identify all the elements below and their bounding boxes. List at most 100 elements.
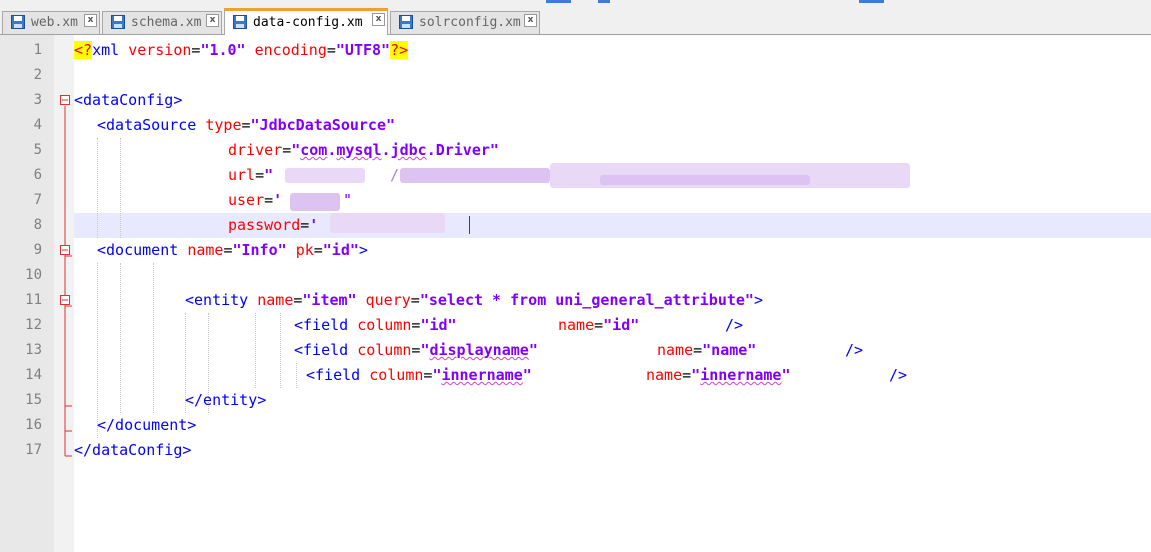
attr-value: "id" xyxy=(420,316,457,334)
attr-value-quote: " xyxy=(781,366,791,384)
attr-value: ' xyxy=(309,216,319,234)
tab-web-xml[interactable]: web.xm x xyxy=(2,11,100,34)
redacted-url xyxy=(600,175,810,185)
code-line-8: password=' xyxy=(228,213,318,238)
code-line-4: <dataSource type="JdbcDataSource" xyxy=(97,113,395,138)
code-line-6-fragment: / xyxy=(390,166,400,184)
attr-value: " xyxy=(264,166,274,184)
tag-open: <dataSource xyxy=(97,116,197,134)
tag-close: </dataConfig> xyxy=(74,441,192,459)
indent-guide xyxy=(153,263,154,413)
attr-eq: = xyxy=(255,166,265,184)
line-number: 8 xyxy=(33,217,42,233)
tag-close: </entity> xyxy=(185,391,267,409)
fold-toggle[interactable] xyxy=(60,295,70,305)
attr-name: encoding xyxy=(254,41,327,59)
code-line-14-b: name="innername" xyxy=(646,363,791,388)
tab-schema-xml[interactable]: schema.xm x xyxy=(102,11,222,34)
redacted-url xyxy=(285,168,365,183)
redacted-password xyxy=(330,213,445,233)
attr-name: column xyxy=(369,366,424,384)
line-number: 7 xyxy=(33,192,42,208)
code-line-15: </entity> xyxy=(185,388,266,413)
tab-close-button[interactable]: x xyxy=(524,14,537,27)
attr-name: password xyxy=(228,216,301,234)
tag-close: > xyxy=(753,291,763,309)
attr-value: "JdbcDataSource" xyxy=(250,116,396,134)
code-line-7-fragment: " xyxy=(343,191,353,209)
tab-label: solrconfig.xm xyxy=(419,15,521,30)
redacted-user xyxy=(290,193,340,211)
code-editor[interactable]: 1 2 3 4 5 6 7 8 9 10 11 12 13 14 15 16 1… xyxy=(0,35,1151,552)
tag-open: <field xyxy=(294,341,349,359)
attr-value: innername xyxy=(700,366,782,384)
fold-toggle[interactable] xyxy=(60,95,70,105)
code-line-1: <?xml version="1.0" encoding="UTF8"?> xyxy=(74,38,409,63)
attr-value: "1.0" xyxy=(200,41,246,59)
attr-eq: = xyxy=(241,116,251,134)
line-number: 3 xyxy=(33,92,42,108)
toolbar-button-edge[interactable] xyxy=(546,0,571,3)
indent-guide xyxy=(296,363,297,388)
toolbar-button-edge[interactable] xyxy=(598,0,610,3)
line-number: 6 xyxy=(33,167,42,183)
tab-label: web.xm xyxy=(31,15,78,30)
attr-name: name xyxy=(657,341,694,359)
indent-guide xyxy=(97,263,98,438)
tab-bar: web.xm x schema.xm x data-config.xm x so… xyxy=(0,8,1151,35)
top-toolbar-strip xyxy=(0,0,1151,8)
attr-name: driver xyxy=(228,141,283,159)
line-number: 2 xyxy=(33,67,42,83)
line-number: 1 xyxy=(33,42,42,58)
line-number: 14 xyxy=(25,367,42,383)
tag-open: <field xyxy=(294,316,349,334)
indent-guide xyxy=(120,138,121,238)
attr-value-quote: " xyxy=(691,366,701,384)
code-line-9: <document name="Info" pk="id"> xyxy=(97,238,368,263)
tag-close: /> xyxy=(725,316,744,334)
floppy-disk-icon xyxy=(111,15,125,29)
floppy-disk-icon xyxy=(399,15,413,29)
line-number-gutter: 1 2 3 4 5 6 7 8 9 10 11 12 13 14 15 16 1… xyxy=(0,35,54,552)
fold-tree xyxy=(60,95,72,457)
attr-value: "name" xyxy=(702,341,757,359)
code-line-13-c: /> xyxy=(845,338,863,363)
tab-close-button[interactable]: x xyxy=(206,14,219,27)
code-line-3: <dataConfig> xyxy=(74,88,182,113)
line-number: 11 xyxy=(25,292,42,308)
attr-value: mysql xyxy=(336,141,382,159)
toolbar-button-edge[interactable] xyxy=(859,0,884,3)
code-line-13: <field column="displayname" xyxy=(294,338,538,363)
attr-name: url xyxy=(228,166,256,184)
code-line-12-c: /> xyxy=(725,313,743,338)
attr-eq: = xyxy=(693,341,703,359)
attr-value-quote: " xyxy=(522,366,532,384)
indent-guide xyxy=(120,263,121,413)
attr-eq: = xyxy=(313,241,323,259)
attr-value: "item" xyxy=(302,291,357,309)
tag-close: > xyxy=(358,241,368,259)
tab-data-config-xml[interactable]: data-config.xm x xyxy=(224,8,388,35)
line-number: 10 xyxy=(25,267,42,283)
xml-decl-open: <? xyxy=(74,41,93,59)
tab-solrconfig-xml[interactable]: solrconfig.xm x xyxy=(390,11,540,34)
attr-value: "id" xyxy=(603,316,640,334)
attr-name: type xyxy=(205,116,242,134)
code-line-6: url=" xyxy=(228,163,273,188)
attr-value-quote: " xyxy=(528,341,538,359)
floppy-disk-icon xyxy=(233,15,247,29)
attr-value: "id" xyxy=(322,241,359,259)
tab-close-button[interactable]: x xyxy=(372,13,385,26)
tag-open: <entity xyxy=(185,291,249,309)
code-line-13-b: name="name" xyxy=(657,338,756,363)
fold-toggle[interactable] xyxy=(60,245,70,255)
attr-name: name xyxy=(257,291,294,309)
code-line-12-b: name="id" xyxy=(558,313,639,338)
attr-value: jdbc xyxy=(390,141,427,159)
attr-value: . xyxy=(381,141,391,159)
attr-value: innername xyxy=(441,366,523,384)
tab-close-button[interactable]: x xyxy=(84,14,97,27)
attr-value: com xyxy=(300,141,328,159)
attr-value: ' xyxy=(273,191,283,209)
line-number: 15 xyxy=(25,392,42,408)
